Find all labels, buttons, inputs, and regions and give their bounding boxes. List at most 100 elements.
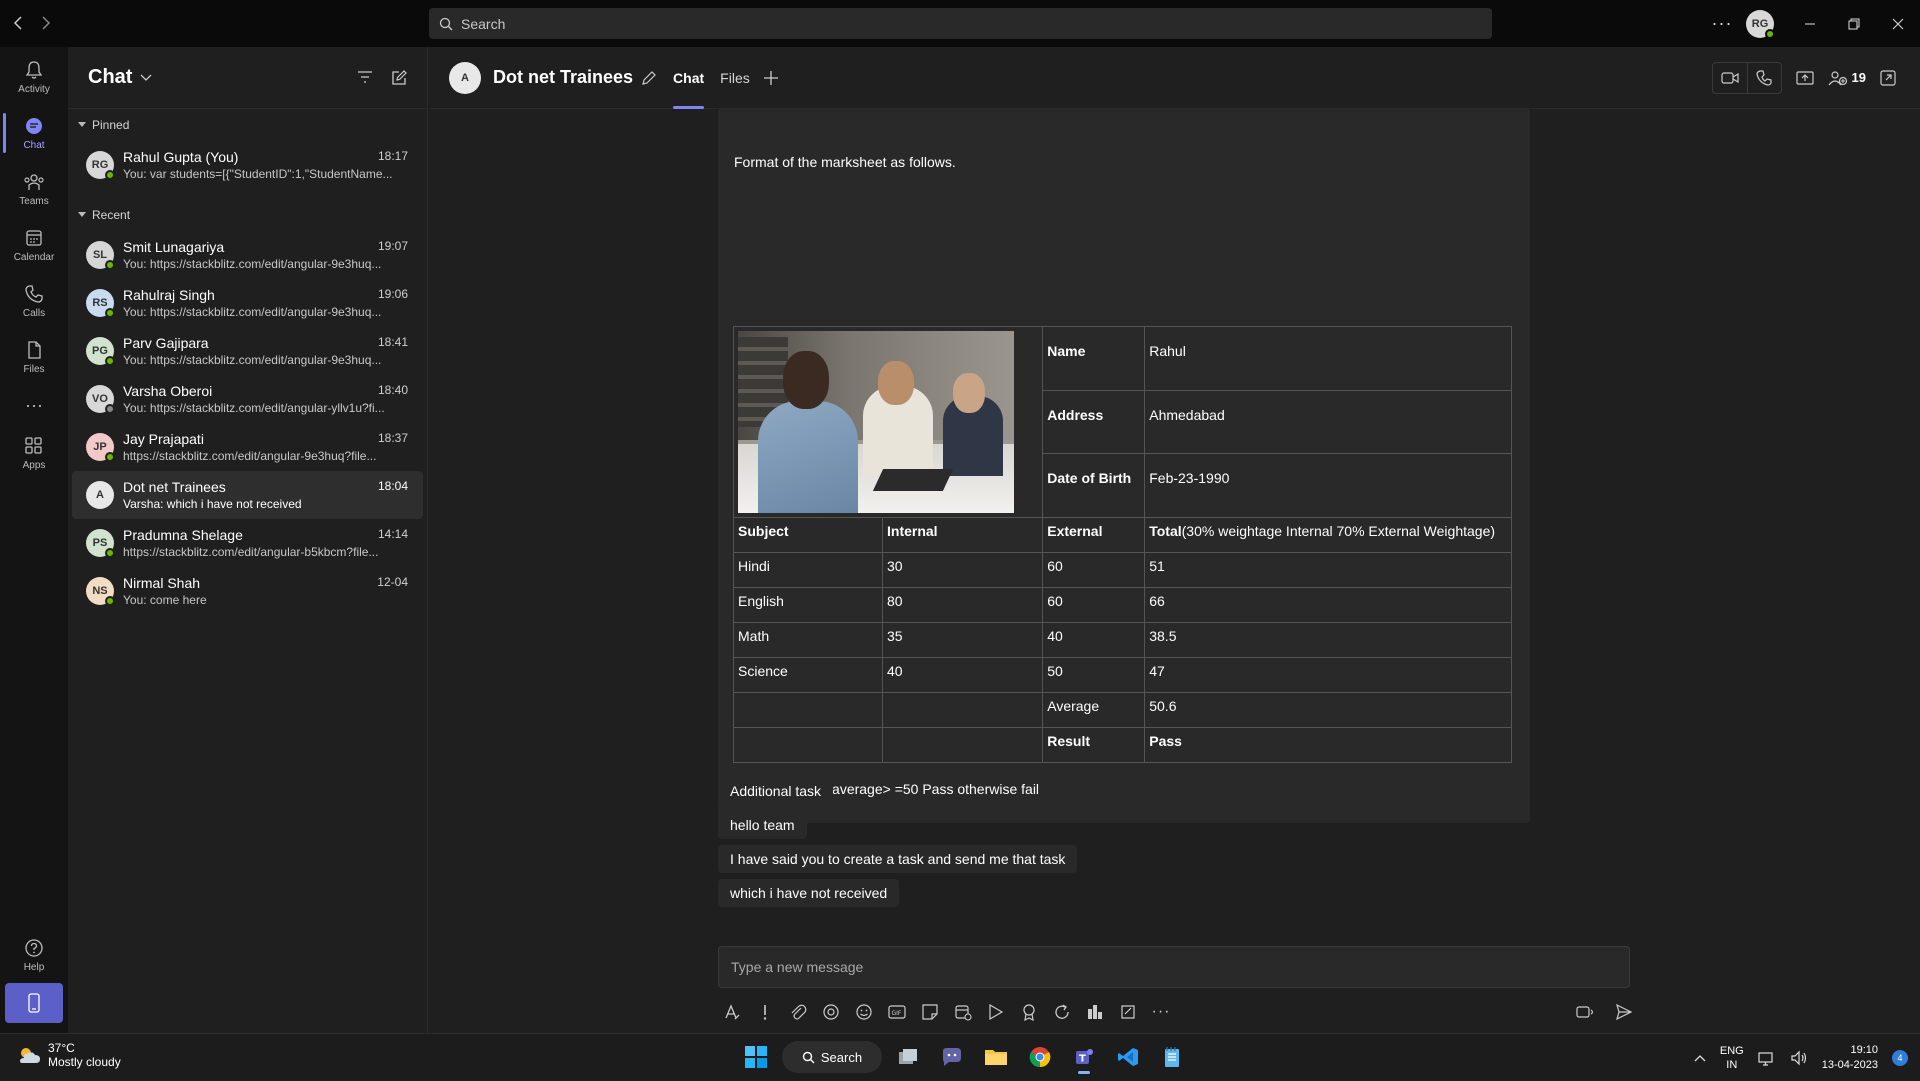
message-bubble: hello team [718, 811, 807, 839]
rail-item-chat[interactable]: Chat [0, 105, 68, 161]
stream-icon[interactable] [986, 1002, 1006, 1022]
presence-available-icon [1765, 28, 1775, 39]
tab-chat[interactable]: Chat [673, 47, 705, 109]
praise-icon[interactable] [1019, 1002, 1039, 1022]
chat-time: 18:04 [377, 479, 408, 493]
chat-item-parv-gajipara[interactable]: PG Parv Gajipara 18:41 You: https://stackb… [72, 327, 423, 375]
chevron-down-icon[interactable] [140, 74, 152, 82]
chat-item-rahul-gupta[interactable]: RG Rahul Gupta (You) 18:17 You: var stude… [72, 141, 423, 189]
avatar-initials: PS [92, 537, 108, 549]
call-button-group [1711, 61, 1782, 94]
message-input[interactable]: Type a new message [718, 946, 1630, 988]
table-row: Average 50.6 [733, 692, 1512, 728]
marksheet-table: Name Rahul Address Ahmedabad Date of Bir… [732, 326, 1512, 763]
profile-avatar[interactable]: RG [1746, 9, 1775, 39]
audio-call-icon[interactable] [1746, 62, 1781, 93]
forward-arrow-icon[interactable] [38, 13, 54, 33]
header-external: External [1042, 517, 1146, 553]
clock[interactable]: 19:10 13-04-2023 [1822, 1043, 1878, 1073]
language-indicator[interactable]: ENG IN [1720, 1044, 1744, 1072]
notepad-icon[interactable] [1154, 1039, 1190, 1075]
windows-start-icon[interactable] [738, 1039, 774, 1075]
attach-icon[interactable] [788, 1002, 808, 1022]
conversation-title: Dot net Trainees [493, 67, 634, 87]
rail-item-files[interactable]: Files [0, 329, 68, 385]
avatar-initials: SL [92, 249, 108, 261]
taskbar-search-button[interactable]: Search [782, 1041, 882, 1073]
pinned-section-header[interactable]: Pinned [68, 109, 427, 141]
rail-item-teams[interactable]: Teams [0, 161, 68, 217]
dictate-icon[interactable] [1576, 1002, 1596, 1022]
chat-item-pradumna-shelage[interactable]: PS Pradumna Shelage 14:14 https://stackbli… [72, 519, 423, 567]
new-chat-icon[interactable] [391, 69, 407, 86]
cell-subject: Math [733, 622, 883, 658]
more-apps-icon[interactable]: ··· [0, 385, 68, 425]
cell-total: 47 [1144, 657, 1512, 693]
add-tab-icon[interactable] [763, 70, 778, 85]
chat-item-varsha-oberoi[interactable]: VO Varsha Oberoi 18:40 You: https://stackb… [72, 375, 423, 423]
close-icon[interactable] [1876, 0, 1920, 47]
clock-time: 19:10 [1850, 1043, 1878, 1056]
emoji-icon[interactable] [854, 1002, 874, 1022]
polls-icon[interactable] [1085, 1002, 1105, 1022]
cell-total: 38.5 [1144, 622, 1512, 658]
filter-icon[interactable] [357, 70, 373, 86]
refresh-icon[interactable] [1052, 1002, 1072, 1022]
sticker-icon[interactable] [920, 1002, 940, 1022]
system-tray: ENG IN 19:10 13-04-2023 4 [1694, 1034, 1908, 1081]
conversation-pane: A Dot net Trainees Chat Files 19 Format … [429, 47, 1920, 1033]
gif-icon[interactable]: GIF [887, 1002, 907, 1022]
recent-section-header[interactable]: Recent [68, 199, 427, 231]
chat-item-dot-net-trainees[interactable]: A Dot net Trainees 18:04 Varsha: which i h… [72, 471, 423, 519]
teams-chat-icon[interactable] [934, 1039, 970, 1075]
notification-badge[interactable]: 4 [1892, 1049, 1908, 1066]
participants-button[interactable]: 19 [1828, 70, 1866, 86]
important-icon[interactable] [755, 1002, 775, 1022]
teams-app-icon[interactable]: T [1066, 1039, 1102, 1075]
weather-widget[interactable]: 37°C Mostly cloudy [16, 1041, 121, 1069]
rail-label: Calendar [13, 251, 55, 263]
chevron-up-icon[interactable] [1694, 1054, 1706, 1062]
chrome-icon[interactable] [1022, 1039, 1058, 1075]
chat-item-jay-prajapati[interactable]: JP Jay Prajapati 18:37 https://stackblitz.… [72, 423, 423, 471]
send-icon[interactable] [1614, 1002, 1634, 1022]
presence-available-icon [105, 170, 115, 180]
chat-preview: https://stackblitz.com/edit/angular-b5kb… [123, 545, 379, 559]
edit-pencil-icon[interactable] [641, 70, 657, 86]
group-avatar: A [86, 481, 114, 509]
chat-item-nirmal-shah[interactable]: NS Nirmal Shah 12-04 You: come here [72, 567, 423, 615]
chat-item-rahulraj-singh[interactable]: RS Rahulraj Singh 19:06 You: https://stack… [72, 279, 423, 327]
avatar-initials: VO [92, 393, 108, 405]
rail-label: Calls [22, 307, 46, 319]
loop-icon[interactable] [821, 1002, 841, 1022]
chat-preview: You: var students=[{"StudentID":1,"Stude… [123, 167, 393, 181]
share-screen-icon[interactable] [1795, 70, 1814, 86]
rail-item-calls[interactable]: Calls [0, 273, 68, 329]
rail-item-apps[interactable]: Apps [0, 425, 68, 481]
search-input[interactable]: Search [429, 8, 1492, 39]
format-icon[interactable] [722, 1002, 742, 1022]
rail-item-calendar[interactable]: Calendar [0, 217, 68, 273]
video-call-icon[interactable] [1713, 63, 1747, 93]
task-view-icon[interactable] [890, 1039, 926, 1075]
tab-files[interactable]: Files [720, 47, 750, 109]
restore-icon[interactable] [1832, 0, 1876, 47]
back-arrow-icon[interactable] [10, 13, 26, 33]
mobile-app-button[interactable] [5, 983, 63, 1023]
volume-icon[interactable] [1790, 1050, 1808, 1066]
whiteboard-icon[interactable] [1118, 1002, 1138, 1022]
pop-out-icon[interactable] [1880, 69, 1896, 86]
rail-item-activity[interactable]: Activity [0, 49, 68, 105]
vscode-icon[interactable] [1110, 1039, 1146, 1075]
student-photo-cell [732, 326, 1044, 518]
rail-item-help[interactable]: Help [0, 927, 68, 983]
network-icon[interactable] [1758, 1050, 1776, 1066]
chat-item-smit-lunagariya[interactable]: SL Smit Lunagariya 19:07 You: https://stac… [72, 231, 423, 279]
more-options-icon[interactable]: ··· [1151, 1002, 1171, 1022]
schedule-meeting-icon[interactable] [953, 1002, 973, 1022]
file-explorer-icon[interactable] [978, 1039, 1014, 1075]
weather-description: Mostly cloudy [48, 1055, 121, 1069]
more-options-icon[interactable]: ··· [1702, 13, 1742, 34]
rail-label: Help [23, 961, 45, 973]
minimize-icon[interactable] [1788, 0, 1832, 47]
